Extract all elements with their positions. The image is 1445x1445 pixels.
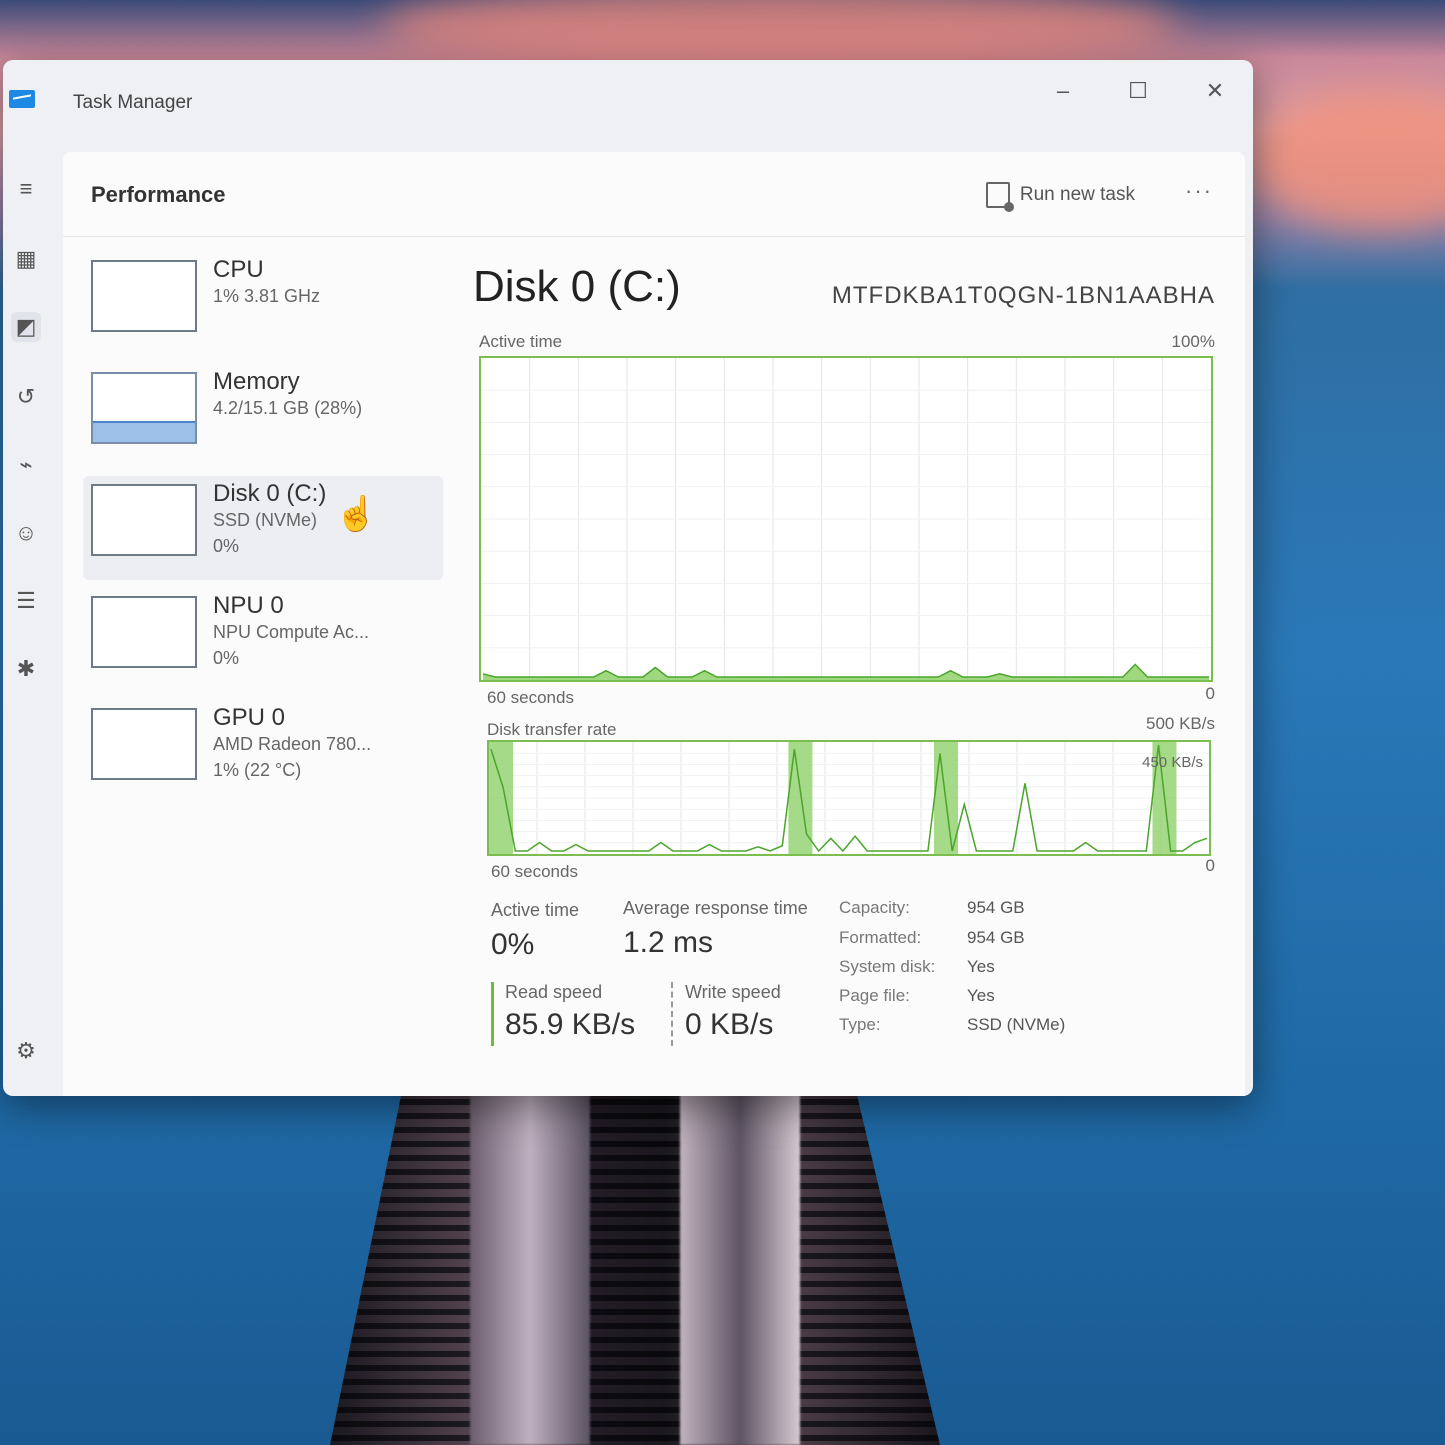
device-name: Memory [213, 368, 300, 395]
active-time-plot [481, 358, 1211, 680]
prop-value: 954 GB [967, 898, 1025, 917]
device-detail: 4.2/15.1 GB (28%) [213, 398, 363, 418]
more-options-button[interactable]: ··· [1185, 178, 1213, 204]
maximize-icon[interactable]: ☐ [1118, 78, 1158, 104]
series-line [482, 663, 1209, 678]
pier-rail [680, 1085, 800, 1445]
window-title: Task Manager [73, 92, 193, 113]
device-thumbnail [91, 596, 197, 668]
peak-bar [489, 742, 513, 854]
read-speed-value: 85.9 KB/s [505, 1008, 636, 1041]
prop-key: Capacity: [839, 898, 910, 917]
prop-value: Yes [967, 957, 995, 976]
prop-key: Type: [839, 1015, 881, 1034]
response-time-value: 1.2 ms [623, 926, 714, 959]
run-new-task-label: Run new task [1019, 184, 1135, 205]
nav-rail: ≡ ▦ ◩ ↺ ⌁ ☺ ☰ ✱ ⚙ [3, 146, 63, 1096]
device-detail: NPU Compute Ac... [213, 622, 370, 642]
minimize-icon[interactable]: – [1043, 78, 1083, 104]
settings-icon[interactable]: ⚙ [11, 1036, 41, 1066]
app-history-icon[interactable]: ↺ [11, 382, 41, 412]
hand-cursor-icon: ☝ [335, 495, 378, 533]
main-content: Performance Run new task ··· CPU 1% 3.81… [63, 152, 1245, 1096]
write-speed-marker [671, 982, 673, 1046]
pier-rail [470, 1085, 590, 1445]
task-manager-window: Task Manager – ☐ ✕ ≡ ▦ ◩ ↺ ⌁ ☺ ☰ ✱ ⚙ Per… [3, 60, 1253, 1096]
disk-model: MTFDKBA1T0QGN-1BN1AABHA [831, 282, 1215, 309]
prop-key: Page file: [839, 986, 910, 1005]
details-icon[interactable]: ☰ [11, 586, 41, 616]
processes-icon[interactable]: ▦ [11, 244, 41, 274]
prop-value: 954 GB [967, 928, 1025, 947]
read-speed-marker [491, 982, 494, 1046]
chart-transfer-max: 500 KB/s [1146, 714, 1215, 733]
response-time-label: Average response time [623, 898, 808, 918]
chart-transfer-min: 0 [1205, 856, 1215, 875]
users-icon[interactable]: ☺ [11, 518, 41, 548]
prop-key: Formatted: [839, 928, 922, 947]
hamburger-icon[interactable]: ≡ [11, 174, 41, 204]
chart-transfer-time-span: 60 seconds [491, 862, 578, 881]
services-icon[interactable]: ✱ [11, 654, 41, 684]
write-speed-label: Write speed [685, 982, 781, 1002]
device-thumbnail [91, 708, 197, 780]
transfer-rate-plot [489, 742, 1209, 854]
title-bar[interactable]: Task Manager – ☐ ✕ [3, 60, 1253, 146]
device-thumbnail [91, 484, 197, 556]
run-new-task-button[interactable]: Run new task [985, 182, 1135, 212]
disk-title: Disk 0 (C:) [473, 262, 681, 311]
chart-active-min: 0 [1205, 684, 1215, 703]
device-value: 0% [213, 536, 240, 556]
device-name: NPU 0 [213, 592, 284, 619]
prop-value: Yes [967, 986, 995, 1005]
disk-detail-panel: Disk 0 (C:) MTFDKBA1T0QGN-1BN1AABHA Acti… [473, 252, 1215, 1076]
device-list: CPU 1% 3.81 GHz Memory 4.2/15.1 GB (28%)… [83, 252, 443, 812]
device-memory[interactable]: Memory 4.2/15.1 GB (28%) [83, 364, 443, 468]
device-name: GPU 0 [213, 704, 286, 731]
chart-active-max: 100% [1171, 332, 1215, 351]
close-icon[interactable]: ✕ [1195, 78, 1235, 104]
device-thumbnail [91, 372, 197, 444]
device-detail: AMD Radeon 780... [213, 734, 372, 754]
write-speed-value: 0 KB/s [685, 1008, 774, 1041]
active-time-chart [479, 356, 1213, 682]
memory-usage-fill [93, 420, 195, 442]
performance-icon[interactable]: ◩ [11, 312, 41, 342]
device-npu-0[interactable]: NPU 0 NPU Compute Ac... 0% [83, 588, 443, 692]
page-header: Performance Run new task ··· [63, 152, 1245, 237]
device-disk-0[interactable]: Disk 0 (C:) SSD (NVMe) 0% ☝ [83, 476, 443, 580]
prop-value: SSD (NVMe) [967, 1015, 1066, 1034]
chart-transfer-mid: 450 KB/s [1142, 754, 1203, 771]
chart-active-time-span: 60 seconds [487, 688, 574, 707]
device-detail: SSD (NVMe) [213, 510, 318, 530]
transfer-rate-chart: 450 KB/s [487, 740, 1211, 856]
prop-key: System disk: [839, 957, 936, 976]
device-name: Disk 0 (C:) [213, 480, 327, 507]
device-value: 1% (22 °C) [213, 760, 302, 780]
chart-transfer-label: Disk transfer rate [487, 720, 617, 739]
startup-icon[interactable]: ⌁ [11, 450, 41, 480]
device-thumbnail [91, 260, 197, 332]
device-gpu-0[interactable]: GPU 0 AMD Radeon 780... 1% (22 °C) [83, 700, 443, 804]
active-time-value: 0% [491, 928, 535, 961]
device-name: CPU [213, 256, 264, 283]
sky-cloud [1250, 90, 1445, 230]
page-title: Performance [91, 182, 226, 207]
device-value: 0% [213, 648, 240, 668]
chart-active-label: Active time [479, 332, 563, 351]
task-manager-icon [9, 90, 35, 108]
read-speed-label: Read speed [505, 982, 603, 1002]
device-cpu[interactable]: CPU 1% 3.81 GHz [83, 252, 443, 356]
device-detail: 1% 3.81 GHz [213, 286, 321, 306]
pier-image [330, 1085, 940, 1445]
run-task-icon [985, 182, 1014, 212]
active-time-label: Active time [491, 900, 580, 920]
